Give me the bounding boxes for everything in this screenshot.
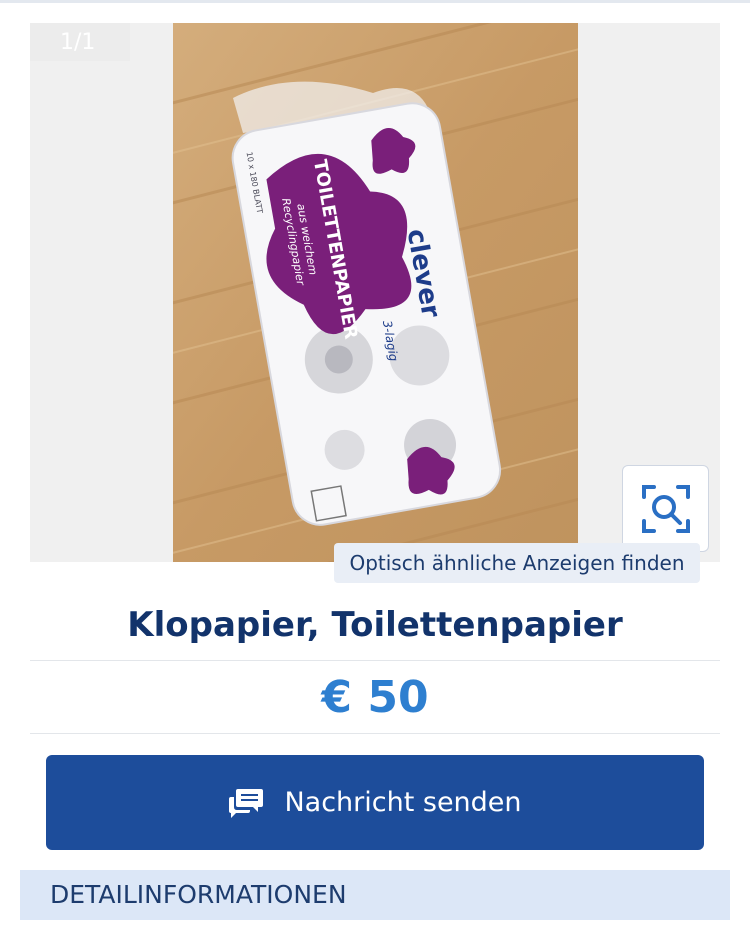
image-search-icon [641, 484, 690, 533]
visual-search-link[interactable]: Optisch ähnliche Anzeigen finden [334, 543, 700, 583]
listing-photo[interactable]: TOILETTENPAPIER aus weichem Recyclingpap… [173, 23, 578, 562]
listing-price: € 50 [321, 672, 429, 723]
divider [30, 660, 720, 661]
send-message-button[interactable]: Nachricht senden [46, 755, 704, 850]
send-message-label: Nachricht senden [284, 787, 522, 818]
divider [30, 733, 720, 734]
details-section-header[interactable]: DETAILINFORMATIONEN [20, 870, 730, 920]
top-divider [0, 0, 750, 3]
listing-title: Klopapier, Toilettenpapier [127, 605, 623, 645]
image-counter: 1/1 [30, 23, 130, 61]
chat-bubbles-icon [228, 787, 264, 819]
visual-search-button[interactable] [622, 465, 709, 552]
